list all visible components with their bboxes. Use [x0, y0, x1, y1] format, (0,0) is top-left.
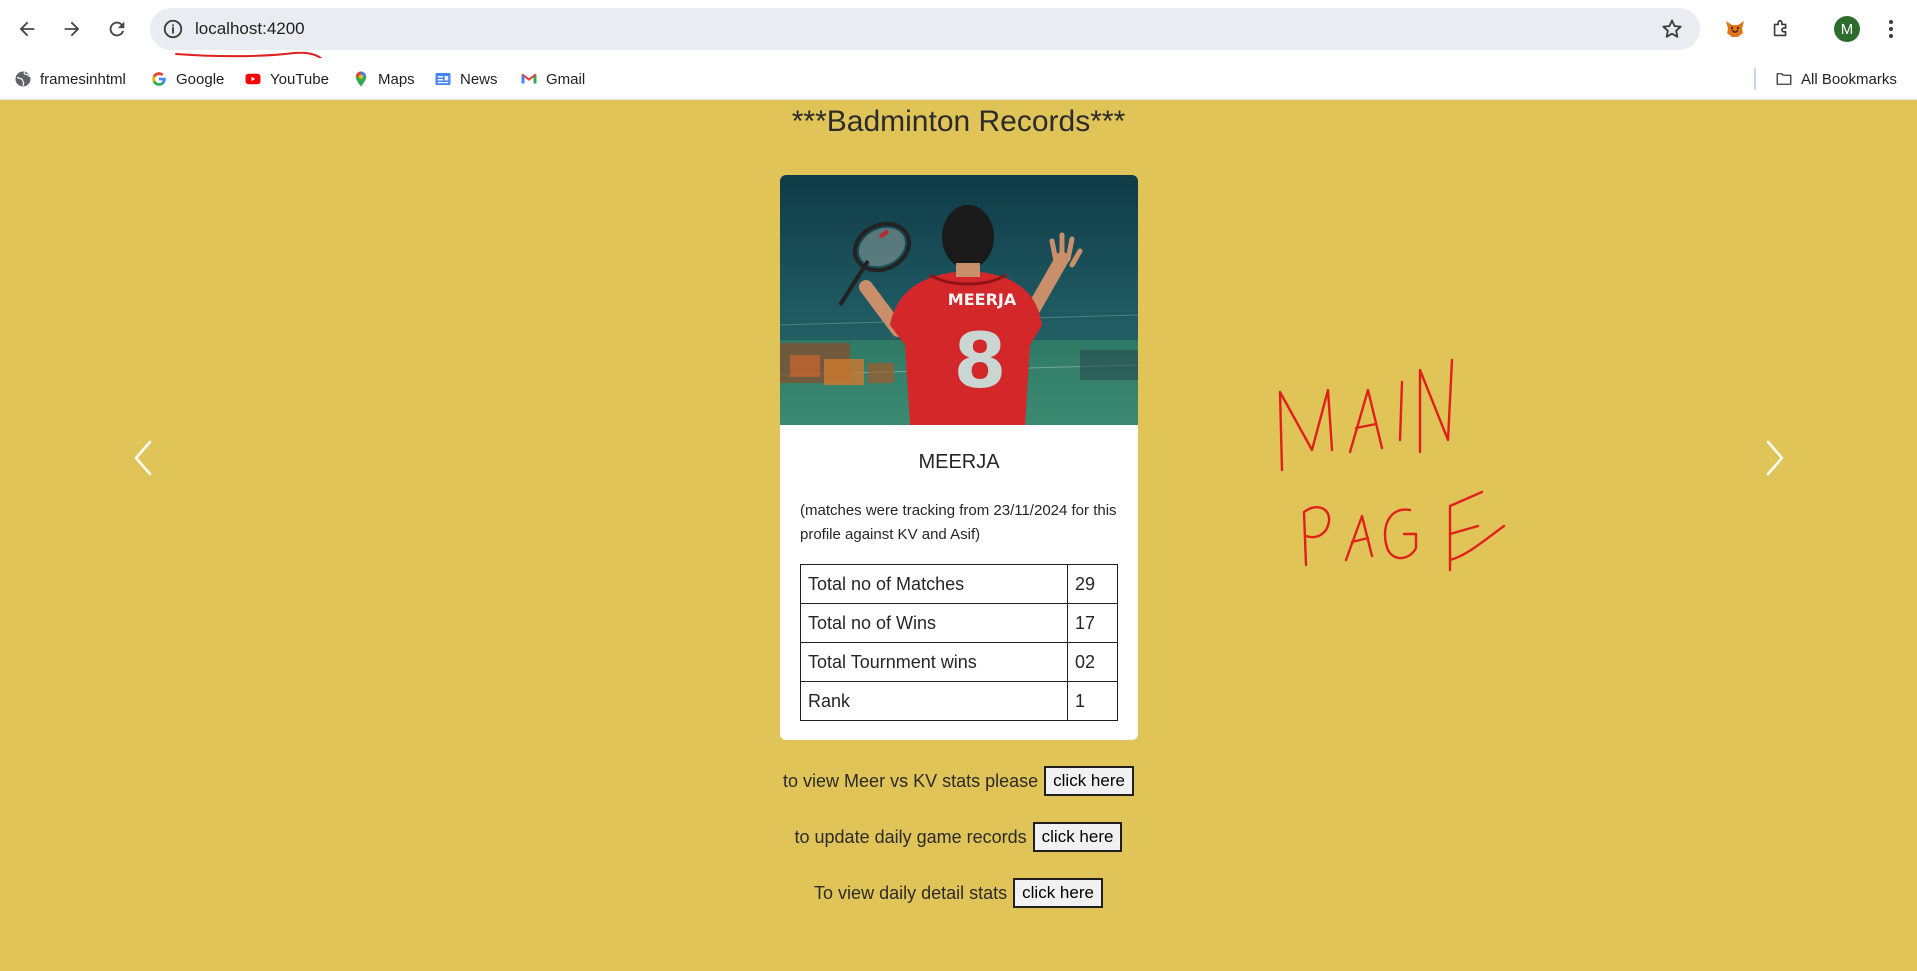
- arrow-left-icon: [19, 21, 35, 37]
- page-title: ***Badminton Records***: [791, 105, 1126, 138]
- player-card: MEERJA 8 MEERJA (matches were tracking f…: [780, 175, 1138, 740]
- update-records-button[interactable]: click here: [1032, 822, 1123, 852]
- player-name: MEERJA: [918, 451, 1000, 473]
- bookmark-youtube[interactable]: YouTube: [244, 67, 329, 91]
- all-bookmarks-label: All Bookmarks: [1801, 70, 1897, 88]
- stat-value: 17: [1067, 603, 1118, 643]
- url-text[interactable]: localhost:4200: [195, 19, 305, 39]
- stats-table: Total no of Matches 29 Total no of Wins …: [800, 564, 1118, 721]
- bookmark-gmail[interactable]: Gmail: [520, 67, 585, 91]
- view-meer-vs-kv-button[interactable]: click here: [1044, 766, 1134, 796]
- news-icon: [435, 73, 451, 85]
- star-icon[interactable]: [1660, 17, 1684, 41]
- globe-icon: [15, 71, 31, 87]
- action-text: to update daily game records: [794, 826, 1027, 847]
- tracking-note: (matches were tracking from 23/11/2024 f…: [800, 502, 1117, 543]
- bookmark-separator: [1754, 68, 1756, 90]
- stat-value: 02: [1067, 642, 1118, 682]
- page-content: ***Badminton Records*** MEERJA 8 MEERJA …: [0, 100, 1917, 971]
- stat-label: Rank: [800, 681, 1068, 721]
- bookmark-google[interactable]: Google: [150, 67, 224, 91]
- carousel-prev-button[interactable]: [123, 438, 163, 478]
- forward-button[interactable]: [55, 12, 89, 46]
- chevron-right-icon: [1766, 440, 1784, 476]
- carousel-next-button[interactable]: [1755, 438, 1795, 478]
- action-text: To view daily detail stats: [814, 882, 1008, 903]
- profile-avatar[interactable]: M: [1834, 16, 1860, 42]
- action-text: to view Meer vs KV stats please: [783, 770, 1039, 791]
- bookmark-label: framesinhtml: [40, 70, 126, 88]
- table-row: Total no of Matches 29: [800, 564, 1118, 604]
- bookmark-label: News: [460, 70, 498, 88]
- daily-stats-row: To view daily detail stats click here: [0, 878, 1917, 908]
- browser-toolbar: localhost:4200 M: [0, 0, 1917, 60]
- bookmarks-bar: framesinhtml Google YouTube Maps News Gm…: [0, 58, 1917, 100]
- maps-icon: [355, 71, 367, 87]
- youtube-icon: [245, 73, 261, 85]
- arrow-right-icon: [64, 21, 80, 37]
- chevron-left-icon: [134, 440, 152, 476]
- address-bar[interactable]: localhost:4200: [150, 8, 1700, 60]
- stat-label: Total no of Matches: [800, 564, 1068, 604]
- bookmark-framesinhtml[interactable]: framesinhtml: [14, 67, 126, 91]
- table-row: Total no of Wins 17: [800, 603, 1118, 643]
- table-row: Rank 1: [800, 681, 1118, 721]
- stat-label: Total no of Wins: [800, 603, 1068, 643]
- google-icon: [152, 72, 166, 86]
- stat-value: 29: [1067, 564, 1118, 604]
- extensions-puzzle-icon[interactable]: [1766, 14, 1796, 44]
- gmail-icon: [521, 73, 537, 84]
- meer-vs-kv-row: to view Meer vs KV stats please click he…: [0, 766, 1917, 796]
- fox-extension-icon[interactable]: [1720, 14, 1750, 44]
- back-button[interactable]: [10, 12, 44, 46]
- stat-label: Total Tournment wins: [800, 642, 1068, 682]
- jersey-number: 8: [954, 316, 1007, 405]
- table-row: Total Tournment wins 02: [800, 642, 1118, 682]
- all-bookmarks-button[interactable]: All Bookmarks: [1775, 67, 1897, 91]
- bookmark-label: Maps: [378, 70, 415, 88]
- bookmark-label: YouTube: [270, 70, 329, 88]
- main-page-handwritten-annotation: [1278, 358, 1506, 572]
- player-photo: MEERJA 8: [780, 175, 1138, 425]
- bookmark-label: Google: [176, 70, 225, 88]
- stat-value: 1: [1067, 681, 1118, 721]
- bookmark-label: Gmail: [546, 70, 586, 88]
- site-info-icon[interactable]: [162, 18, 184, 40]
- view-daily-stats-button[interactable]: click here: [1013, 878, 1103, 908]
- update-records-row: to update daily game records click here: [0, 822, 1917, 852]
- folder-icon: [1776, 73, 1792, 85]
- bookmark-news[interactable]: News: [434, 67, 498, 91]
- bookmark-maps[interactable]: Maps: [352, 67, 415, 91]
- reload-button[interactable]: [100, 12, 134, 46]
- jersey-name: MEERJA: [948, 290, 1017, 309]
- reload-icon: [109, 21, 125, 37]
- kebab-menu-icon[interactable]: [1878, 14, 1904, 44]
